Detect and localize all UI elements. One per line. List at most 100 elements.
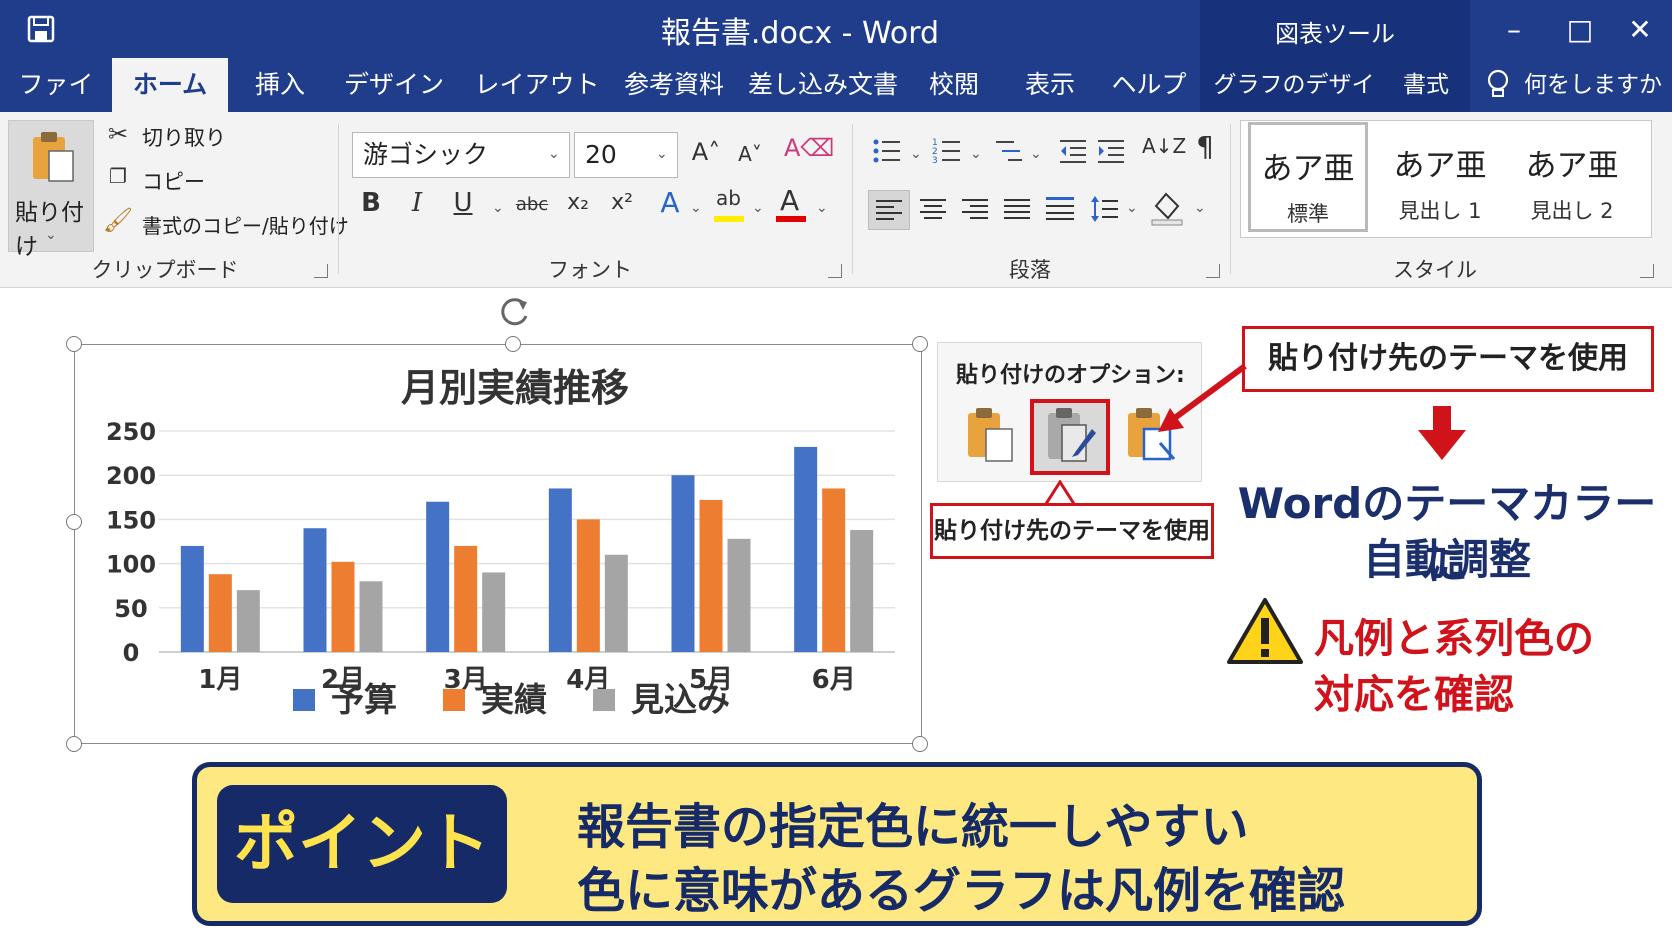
tab-review[interactable]: 校閲 bbox=[918, 58, 990, 112]
styles-launcher-icon[interactable] bbox=[1640, 264, 1654, 278]
paste-destination-theme-icon bbox=[1048, 408, 1096, 462]
svg-text:3: 3 bbox=[932, 156, 938, 166]
shading-icon[interactable] bbox=[1150, 190, 1184, 226]
tab-design[interactable]: デザイン bbox=[336, 58, 452, 112]
bar-2 bbox=[454, 545, 478, 652]
tab-view[interactable]: 表示 bbox=[1014, 58, 1086, 112]
font-name-select[interactable]: 游ゴシック bbox=[352, 132, 570, 178]
italic-button[interactable]: I bbox=[402, 188, 432, 218]
paragraph-group-label: 段落 bbox=[1009, 258, 1051, 282]
tab-layout[interactable]: レイアウト bbox=[472, 58, 602, 112]
legend-swatch bbox=[293, 689, 315, 711]
result-text-line2: 自動調整 bbox=[1362, 535, 1531, 584]
align-left-button[interactable] bbox=[868, 190, 910, 230]
paste-button[interactable]: 貼り付け ⌄ bbox=[8, 120, 94, 260]
tab-format[interactable]: 書式 bbox=[1390, 58, 1462, 112]
ribbon-home: 貼り付け ⌄ ✂ 切り取り ❐ コピー 🖌 書式のコピー/貼り付け クリップボー… bbox=[0, 112, 1672, 288]
tab-references[interactable]: 参考資料 bbox=[616, 58, 732, 112]
paste-keep-source-button[interactable] bbox=[952, 399, 1032, 475]
resize-handle[interactable] bbox=[66, 514, 82, 530]
subscript-button[interactable]: x₂ bbox=[562, 190, 594, 215]
copy-icon: ❐ bbox=[109, 164, 127, 188]
clipboard-launcher-icon[interactable] bbox=[314, 264, 328, 278]
tab-mailings[interactable]: 差し込み文書 bbox=[748, 58, 898, 112]
paragraph-launcher-icon[interactable] bbox=[1206, 264, 1220, 278]
point-tag: ポイント bbox=[217, 785, 507, 903]
point-line-1: 報告書の指定色に統一しやすい bbox=[577, 799, 1249, 855]
clear-format-icon[interactable]: A⌫ bbox=[784, 134, 834, 162]
divider bbox=[338, 124, 339, 274]
resize-handle[interactable] bbox=[912, 336, 928, 352]
pilcrow-icon[interactable]: ¶ bbox=[1190, 130, 1220, 163]
highlight-color-icon[interactable]: ab bbox=[712, 186, 748, 228]
legend-swatch bbox=[593, 689, 615, 711]
resize-handle[interactable] bbox=[912, 736, 928, 752]
shrink-font-icon[interactable]: A˅ bbox=[734, 142, 766, 166]
font-color-icon[interactable]: A bbox=[774, 184, 810, 228]
underline-button[interactable]: U bbox=[448, 188, 478, 218]
tab-insert[interactable]: 挿入 bbox=[244, 58, 316, 112]
superscript-button[interactable]: x² bbox=[606, 190, 638, 215]
chevron-down-icon: ⌄ bbox=[45, 227, 57, 243]
chart-object[interactable]: 月別実績推移 0 50 100 150 200 250 1月 2月 3月 4月 5月 6月 予算 実績… bbox=[74, 344, 922, 744]
tab-home[interactable]: ホーム bbox=[112, 58, 228, 114]
decrease-indent-icon[interactable] bbox=[1058, 136, 1088, 166]
style-sample: あア亜 bbox=[1393, 148, 1487, 184]
numbering-icon[interactable]: 1 2 3 bbox=[932, 136, 962, 166]
line-spacing-icon[interactable] bbox=[1090, 194, 1118, 224]
tab-file[interactable]: ファイル bbox=[8, 58, 104, 153]
y-tick-label: 100 bbox=[106, 551, 156, 579]
x-tick-label: 6月 bbox=[812, 665, 856, 695]
grow-font-icon[interactable]: A˄ bbox=[690, 138, 722, 166]
tab-chart-design[interactable]: グラフのデザイン bbox=[1206, 58, 1382, 152]
bar-2 bbox=[331, 561, 355, 652]
style-heading-1[interactable]: あア亜 見出し 1 bbox=[1380, 122, 1500, 232]
y-tick-label: 250 bbox=[106, 418, 156, 446]
bar-1 bbox=[794, 446, 818, 652]
y-tick-label: 50 bbox=[114, 595, 147, 623]
close-icon[interactable]: ✕ bbox=[1620, 10, 1660, 50]
style-normal[interactable]: あア亜 標準 bbox=[1248, 122, 1368, 232]
resize-handle[interactable] bbox=[505, 336, 521, 352]
divider bbox=[1230, 124, 1231, 274]
warning-icon bbox=[1227, 598, 1303, 664]
maximize-icon[interactable]: □ bbox=[1560, 10, 1600, 50]
tab-help[interactable]: ヘルプ bbox=[1104, 58, 1194, 112]
resize-handle[interactable] bbox=[66, 736, 82, 752]
justify-icon[interactable] bbox=[1004, 196, 1030, 222]
multilevel-list-icon[interactable] bbox=[994, 136, 1024, 166]
distributed-icon[interactable] bbox=[1046, 194, 1074, 222]
rotate-handle-icon[interactable] bbox=[494, 292, 534, 332]
styles-group-label: スタイル bbox=[1393, 258, 1477, 282]
chart-tools-title: 図表ツール bbox=[1275, 20, 1395, 48]
red-arrow-icon bbox=[1158, 363, 1247, 432]
tell-me-search[interactable]: 何をしますか bbox=[1518, 58, 1668, 112]
chevron-down-icon: ⌄ bbox=[548, 146, 560, 162]
cut-button[interactable]: 切り取り bbox=[142, 122, 226, 152]
style-heading-2[interactable]: あア亜 見出し 2 bbox=[1512, 122, 1632, 232]
copy-button[interactable]: コピー bbox=[142, 166, 205, 196]
bar-3 bbox=[359, 581, 383, 652]
align-center-icon[interactable] bbox=[920, 196, 946, 222]
ribbon-tabs: ファイル ホーム 挿入 デザイン レイアウト 参考資料 差し込み文書 校閲 表示… bbox=[0, 58, 1672, 153]
increase-indent-icon[interactable] bbox=[1096, 136, 1126, 166]
resize-handle[interactable] bbox=[66, 336, 82, 352]
format-painter-button[interactable]: 書式のコピー/貼り付け bbox=[142, 210, 349, 239]
bar-2 bbox=[208, 574, 232, 652]
align-right-icon[interactable] bbox=[962, 196, 988, 222]
bold-button[interactable]: B bbox=[356, 188, 386, 218]
bullets-icon[interactable] bbox=[872, 136, 902, 166]
bar-3 bbox=[482, 572, 506, 652]
lightbulb-icon bbox=[1487, 69, 1509, 97]
minimize-icon[interactable]: – bbox=[1494, 10, 1534, 50]
clustered-bar-chart: 月別実績推移 050100150200250 1月 2月 3月 4月 5月 6月 予算 実績… bbox=[106, 366, 895, 719]
bar-3 bbox=[850, 530, 874, 652]
strikethrough-button[interactable]: abc bbox=[514, 194, 550, 215]
y-tick-label: 200 bbox=[106, 462, 156, 490]
chevron-down-icon: ⌄ bbox=[816, 200, 828, 216]
chart-title: 月別実績推移 bbox=[401, 366, 629, 410]
sort-icon[interactable]: A↓Z bbox=[1142, 134, 1186, 158]
paste-use-destination-theme-button[interactable] bbox=[1030, 399, 1110, 475]
text-effects-icon[interactable]: A bbox=[652, 186, 688, 219]
font-launcher-icon[interactable] bbox=[828, 264, 842, 278]
